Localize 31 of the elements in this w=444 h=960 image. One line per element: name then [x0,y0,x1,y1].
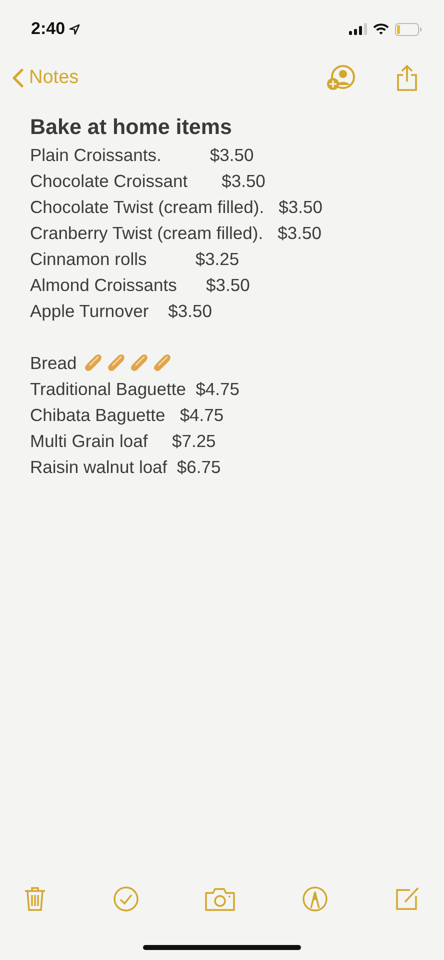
note-title: Bake at home items [30,114,233,141]
note-line: Chocolate Twist (cream filled). $3.50 [30,196,324,219]
note-line: Cinnamon rolls $3.25 [30,248,240,271]
baguette-icon [82,353,103,373]
baguette-icon [128,353,149,373]
chevron-left-icon [12,68,24,88]
compose-icon[interactable] [394,886,420,912]
add-person-icon[interactable] [326,64,356,92]
battery-icon [395,22,422,36]
baguette-icon [152,353,172,373]
status-time: 2:40 [31,19,66,39]
note-line: Chocolate Croissant $3.50 [30,170,266,193]
checkmark-circle-icon[interactable] [112,886,138,912]
back-button[interactable]: Notes [12,67,79,89]
signal-icon [349,23,367,35]
share-icon[interactable] [396,64,418,92]
note-line: Cranberry Twist (cream filled). $3.50 [30,222,322,245]
note-line: Traditional Baguette $4.75 [30,378,240,401]
camera-icon[interactable] [205,887,235,911]
note-line: Apple Turnover $3.50 [30,300,213,323]
note-line: Chibata Baguette $4.75 [30,404,225,427]
note-line: Plain Croissants. $3.50 [30,144,255,167]
note-line: Bread [30,352,77,375]
note-line: Almond Croissants $3.50 [30,274,251,297]
note-line: Multi Grain loaf $7.25 [30,430,217,453]
wifi-icon [373,23,389,35]
pen-circle-icon[interactable] [302,886,328,912]
trash-icon[interactable] [24,886,46,912]
location-arrow-icon [69,24,80,34]
note-line: Raisin walnut loaf $6.75 [30,456,222,479]
baguette-icon [106,353,126,373]
